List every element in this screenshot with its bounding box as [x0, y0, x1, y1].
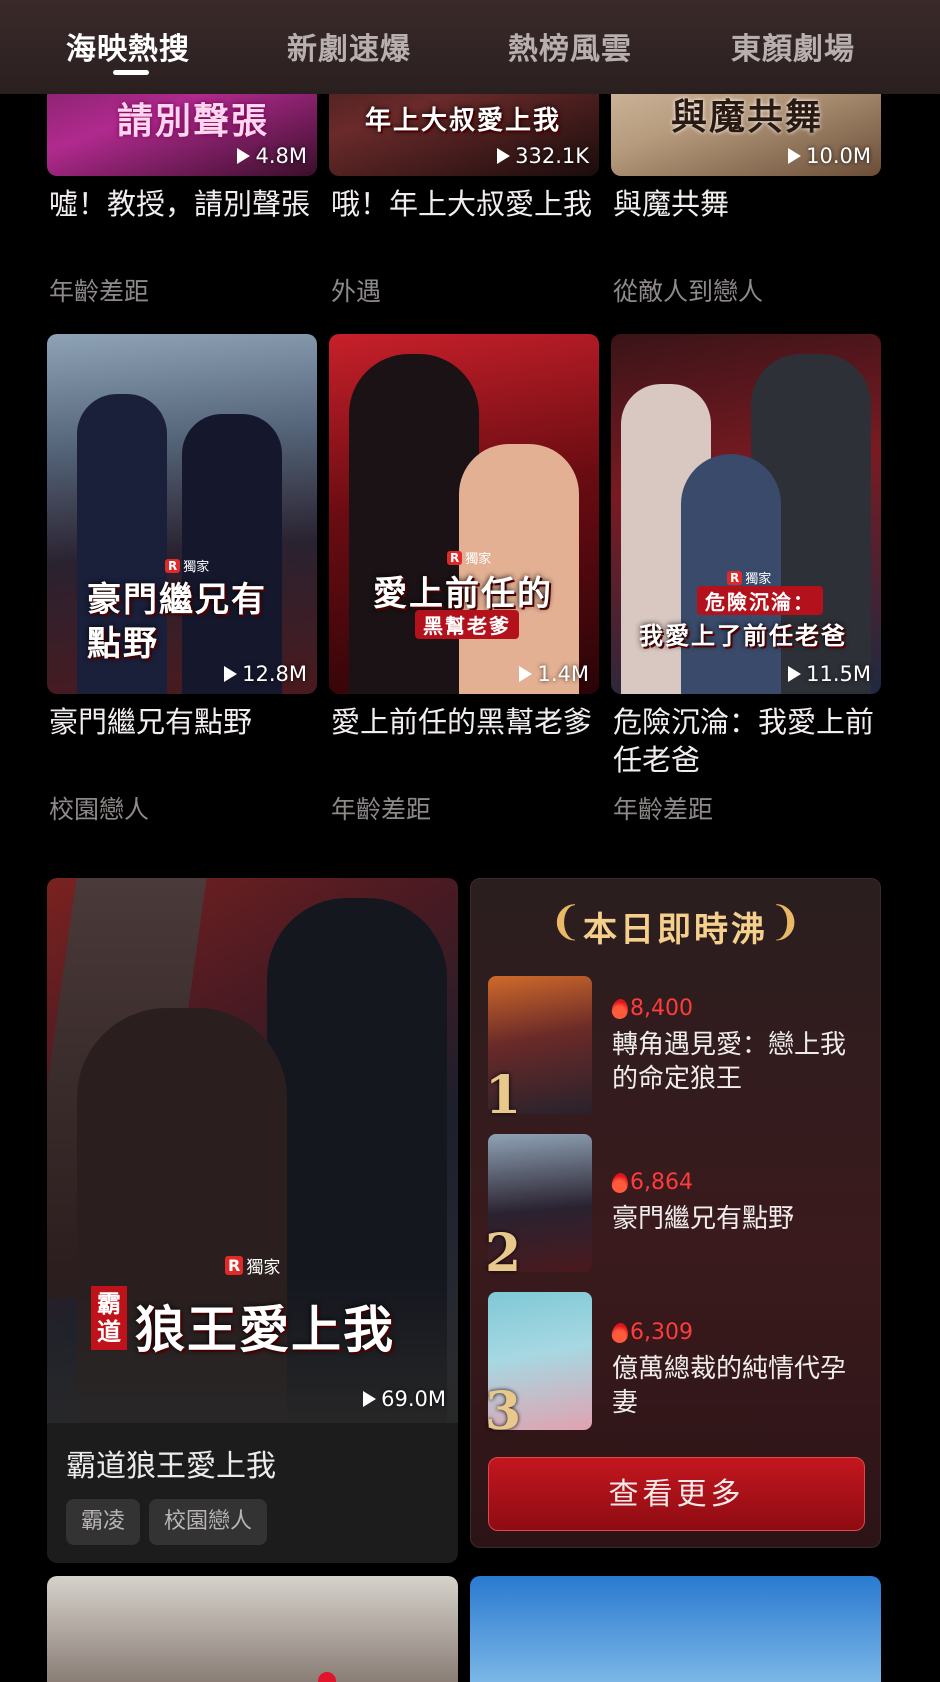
play-icon	[363, 1391, 377, 1407]
play-icon	[237, 148, 251, 164]
drama-genre: 年齡差距	[49, 277, 150, 306]
play-icon	[519, 666, 533, 682]
tab-hot-charts[interactable]: 熱榜風雲	[508, 24, 632, 68]
play-icon	[788, 148, 802, 164]
rank-number: 2	[485, 1223, 522, 1284]
poster-title-art: 與魔共舞	[671, 96, 824, 138]
poster-subtitle-art: 危險沉淪：	[697, 586, 823, 615]
play-icon	[788, 666, 802, 682]
genre-tag[interactable]: 校園戀人	[149, 1499, 268, 1545]
trending-heading: 本日即時沸	[583, 910, 768, 950]
tab-hot-search[interactable]: 海映熱搜	[66, 24, 190, 68]
poster-title-art: 豪門繼兄有點野	[87, 580, 267, 664]
flame-icon	[610, 1171, 630, 1194]
heat-score: 8,400	[610, 996, 693, 1021]
drama-poster[interactable]: R 獨家 愛上前任的 黑幫老爹 1.4M	[329, 334, 599, 694]
drama-card[interactable]: R 獨家 危險沉淪： 我愛上了前任老爸 11.5M 危險沉淪：我愛上前任老爸 年齡…	[611, 334, 881, 824]
drama-card[interactable]	[47, 1576, 458, 1682]
drama-poster[interactable]: R 獨家 危險沉淪： 我愛上了前任老爸 11.5M	[611, 334, 881, 694]
flame-icon	[610, 997, 630, 1020]
drama-genre: 外遇	[331, 277, 382, 306]
drama-title[interactable]: 豪門繼兄有點野	[49, 703, 317, 741]
play-icon	[497, 148, 511, 164]
drama-genre: 年齡差距	[331, 795, 432, 824]
genre-tag[interactable]: 霸凌	[66, 1499, 141, 1545]
drama-title[interactable]: 噓！教授，請別聲張	[49, 185, 317, 223]
trending-item[interactable]: 3 6,309 億萬總裁的純情代孕妻	[485, 1292, 868, 1442]
trending-title[interactable]: 轉角遇見愛：戀上我的命定狼王	[612, 1028, 862, 1096]
laurel-right-icon: ❩	[768, 899, 802, 945]
tab-east-theater[interactable]: 東顏劇場	[731, 24, 855, 68]
view-count: 4.8M	[237, 144, 307, 168]
top-tab-bar: 海映熱搜 新劇速爆 熱榜風雲 東顏劇場	[0, 0, 940, 94]
view-count: 10.0M	[788, 144, 871, 168]
exclusive-badge: R 獨家	[727, 568, 771, 587]
view-count: 69.0M	[363, 1387, 446, 1411]
view-count: 11.5M	[788, 662, 871, 686]
content-feed: 請別聲張 4.8M 噓！教授，請別聲張 年齡差距 年上大叔愛上我 332.1K …	[0, 0, 940, 1682]
drama-poster[interactable]: R 獨家 豪門繼兄有點野 12.8M	[47, 334, 317, 694]
poster-title-art: 我愛上了前任老爸	[639, 621, 847, 650]
drama-title[interactable]: 哦！年上大叔愛上我	[331, 185, 599, 223]
play-icon	[224, 666, 238, 682]
drama-genre: 從敵人到戀人	[613, 277, 764, 306]
poster-title-art: 愛上前任的	[373, 574, 553, 614]
view-count: 332.1K	[497, 144, 589, 168]
drama-title[interactable]: 愛上前任的黑幫老爹	[331, 703, 599, 741]
drama-card[interactable]: R 獨家 豪門繼兄有點野 12.8M 豪門繼兄有點野 校園戀人	[47, 334, 317, 824]
drama-card[interactable]	[470, 1576, 881, 1682]
rank-number: 1	[485, 1065, 522, 1126]
heat-score: 6,864	[610, 1170, 693, 1195]
trending-item[interactable]: 2 6,864 豪門繼兄有點野	[485, 1134, 868, 1284]
exclusive-badge: R 獨家	[225, 1253, 280, 1278]
trending-title[interactable]: 豪門繼兄有點野	[612, 1202, 862, 1236]
poster-title-art: 請別聲張	[117, 100, 270, 142]
poster-title-art: 年上大叔愛上我	[365, 106, 562, 136]
view-count: 1.4M	[519, 662, 589, 686]
poster-subtitle-art: 黑幫老爹	[415, 610, 519, 639]
heat-score: 6,309	[610, 1320, 693, 1345]
daily-trending-panel: ❨ 本日即時沸 ❩ 1 8,400 轉角遇見愛：戀上我的命定狼王 2 6,864…	[470, 878, 881, 1548]
tab-new-dramas[interactable]: 新劇速爆	[287, 24, 411, 68]
view-count: 12.8M	[224, 662, 307, 686]
active-tab-indicator	[113, 70, 149, 75]
poster-title-art: 狼王愛上我	[135, 1300, 395, 1359]
drama-title[interactable]: 危險沉淪：我愛上前任老爸	[613, 703, 881, 779]
exclusive-badge: R 獨家	[165, 556, 209, 575]
drama-card[interactable]: R 獨家 愛上前任的 黑幫老爹 1.4M 愛上前任的黑幫老爹 年齡差距	[329, 334, 599, 824]
flame-icon	[610, 1321, 630, 1344]
drama-genre: 校園戀人	[49, 795, 150, 824]
featured-title[interactable]: 霸道狼王愛上我	[66, 1441, 276, 1485]
drama-genre: 年齡差距	[613, 795, 714, 824]
featured-drama-card[interactable]: R 獨家 霸道 狼王愛上我 69.0M 霸道狼王愛上我 霸凌 校園戀人	[47, 878, 458, 1563]
rank-number: 3	[485, 1381, 522, 1442]
exclusive-badge: R 獨家	[447, 548, 491, 567]
poster-tag-art: 霸道	[91, 1286, 127, 1350]
view-more-button[interactable]: 查看更多	[488, 1457, 865, 1531]
trending-title[interactable]: 億萬總裁的純情代孕妻	[612, 1352, 862, 1420]
trending-item[interactable]: 1 8,400 轉角遇見愛：戀上我的命定狼王	[485, 976, 868, 1126]
drama-title[interactable]: 與魔共舞	[613, 185, 881, 223]
featured-poster[interactable]: R 獨家 霸道 狼王愛上我 69.0M	[47, 878, 458, 1423]
